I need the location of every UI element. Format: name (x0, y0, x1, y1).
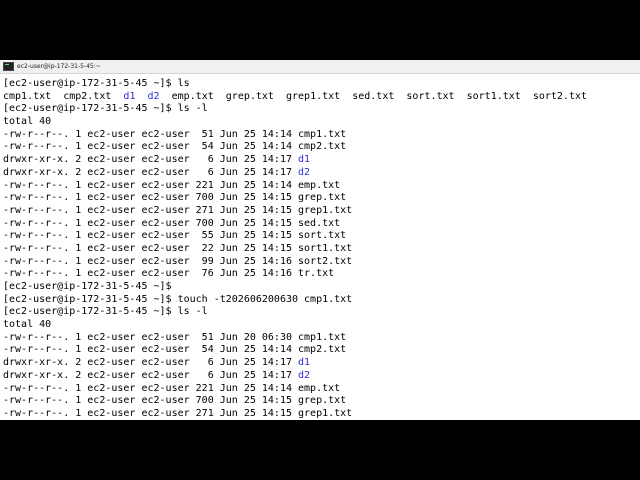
directory-name: d2 (298, 369, 311, 381)
output-text: emp.txt grep.txt grep1.txt sed.txt sort.… (159, 90, 588, 102)
output-text: drwxr-xr-x. 2 ec2-user ec2-user 6 Jun 25… (3, 154, 299, 166)
directory-name: d1 (123, 90, 136, 102)
directory-name: d1 (298, 357, 311, 369)
terminal-line: [ec2-user@ip-172-31-5-45 ~]$ touch -t202… (3, 294, 640, 307)
terminal-line: -rw-r--r--. 1 ec2-user ec2-user 99 Jun 2… (3, 256, 640, 269)
window-title: ec2-user@ip-172-31-5-45:~ (17, 63, 101, 70)
terminal-line: cmp1.txt cmp2.txt d1 d2 emp.txt grep.txt… (3, 91, 640, 104)
directory-name: d1 (298, 154, 311, 166)
terminal-line: -rw-r--r--. 1 ec2-user ec2-user 54 Jun 2… (3, 141, 640, 154)
terminal-line: total 40 (3, 319, 640, 332)
output-text: -rw-r--r--. 1 ec2-user ec2-user 700 Jun … (3, 217, 341, 229)
terminal-line: -rw-r--r--. 1 ec2-user ec2-user 700 Jun … (3, 218, 640, 231)
output-text: -rw-r--r--. 1 ec2-user ec2-user 221 Jun … (3, 179, 341, 191)
terminal-line: drwxr-xr-x. 2 ec2-user ec2-user 6 Jun 25… (3, 357, 640, 370)
terminal-line: [ec2-user@ip-172-31-5-45 ~]$ (3, 281, 640, 294)
terminal-line: -rw-r--r--. 1 ec2-user ec2-user 700 Jun … (3, 395, 640, 408)
output-text: -rw-r--r--. 1 ec2-user ec2-user 271 Jun … (3, 204, 353, 216)
output-text: cmp1.txt cmp2.txt (3, 90, 124, 102)
output-text: -rw-r--r--. 1 ec2-user ec2-user 51 Jun 2… (3, 331, 347, 343)
terminal-line: -rw-r--r--. 1 ec2-user ec2-user 76 Jun 2… (3, 268, 640, 281)
output-text: -rw-r--r--. 1 ec2-user ec2-user 221 Jun … (3, 382, 341, 394)
output-text: [ec2-user@ip-172-31-5-45 ~]$ (3, 281, 172, 292)
terminal-line: drwxr-xr-x. 2 ec2-user ec2-user 6 Jun 25… (3, 154, 640, 167)
terminal-output[interactable]: [ec2-user@ip-172-31-5-45 ~]$ ls cmp1.txt … (0, 74, 640, 420)
output-text: -rw-r--r--. 1 ec2-user ec2-user 99 Jun 2… (3, 255, 353, 267)
output-text: [ec2-user@ip-172-31-5-45 ~]$ ls -l (3, 306, 208, 318)
title-bar: ec2-user@ip-172-31-5-45:~ (0, 60, 640, 74)
terminal-line: -rw-r--r--. 1 ec2-user ec2-user 700 Jun … (3, 192, 640, 205)
terminal-line: -rw-r--r--. 1 ec2-user ec2-user 51 Jun 2… (3, 129, 640, 142)
output-text: -rw-r--r--. 1 ec2-user ec2-user 76 Jun 2… (3, 268, 335, 280)
output-text: -rw-r--r--. 1 ec2-user ec2-user 700 Jun … (3, 395, 347, 407)
directory-name: d2 (298, 166, 311, 178)
output-text: -rw-r--r--. 1 ec2-user ec2-user 700 Jun … (3, 192, 347, 204)
terminal-line: -rw-r--r--. 1 ec2-user ec2-user 22 Jun 2… (3, 243, 640, 256)
directory-name: d2 (147, 90, 160, 102)
terminal-line: -rw-r--r--. 1 ec2-user ec2-user 271 Jun … (3, 408, 640, 420)
output-text: [ec2-user@ip-172-31-5-45 ~]$ ls (3, 78, 190, 89)
terminal-line: -rw-r--r--. 1 ec2-user ec2-user 221 Jun … (3, 180, 640, 193)
terminal-line: -rw-r--r--. 1 ec2-user ec2-user 51 Jun 2… (3, 332, 640, 345)
terminal-line: drwxr-xr-x. 2 ec2-user ec2-user 6 Jun 25… (3, 370, 640, 383)
terminal-line: -rw-r--r--. 1 ec2-user ec2-user 54 Jun 2… (3, 344, 640, 357)
terminal-line: -rw-r--r--. 1 ec2-user ec2-user 221 Jun … (3, 383, 640, 396)
terminal-line: [ec2-user@ip-172-31-5-45 ~]$ ls (3, 78, 640, 91)
terminal-line: [ec2-user@ip-172-31-5-45 ~]$ ls -l (3, 103, 640, 116)
output-text: total 40 (3, 319, 52, 331)
output-text: [ec2-user@ip-172-31-5-45 ~]$ ls -l (3, 103, 208, 115)
output-text: -rw-r--r--. 1 ec2-user ec2-user 54 Jun 2… (3, 141, 347, 153)
terminal-line: total 40 (3, 116, 640, 129)
output-text: [ec2-user@ip-172-31-5-45 ~]$ touch -t202… (3, 293, 353, 305)
output-text: total 40 (3, 116, 52, 128)
output-text: -rw-r--r--. 1 ec2-user ec2-user 55 Jun 2… (3, 230, 347, 242)
output-text: drwxr-xr-x. 2 ec2-user ec2-user 6 Jun 25… (3, 357, 299, 369)
output-text: drwxr-xr-x. 2 ec2-user ec2-user 6 Jun 25… (3, 166, 299, 178)
output-text: -rw-r--r--. 1 ec2-user ec2-user 54 Jun 2… (3, 344, 347, 356)
video-frame: ec2-user@ip-172-31-5-45:~ [ec2-user@ip-1… (0, 0, 640, 480)
terminal-line: -rw-r--r--. 1 ec2-user ec2-user 271 Jun … (3, 205, 640, 218)
terminal-line: -rw-r--r--. 1 ec2-user ec2-user 55 Jun 2… (3, 230, 640, 243)
terminal-line: [ec2-user@ip-172-31-5-45 ~]$ ls -l (3, 306, 640, 319)
output-text: -rw-r--r--. 1 ec2-user ec2-user 51 Jun 2… (3, 128, 347, 140)
terminal-window: ec2-user@ip-172-31-5-45:~ [ec2-user@ip-1… (0, 60, 640, 420)
output-text: drwxr-xr-x. 2 ec2-user ec2-user 6 Jun 25… (3, 369, 299, 381)
output-text: -rw-r--r--. 1 ec2-user ec2-user 271 Jun … (3, 407, 353, 419)
output-text: -rw-r--r--. 1 ec2-user ec2-user 22 Jun 2… (3, 242, 353, 254)
terminal-line: drwxr-xr-x. 2 ec2-user ec2-user 6 Jun 25… (3, 167, 640, 180)
terminal-icon (3, 62, 14, 71)
